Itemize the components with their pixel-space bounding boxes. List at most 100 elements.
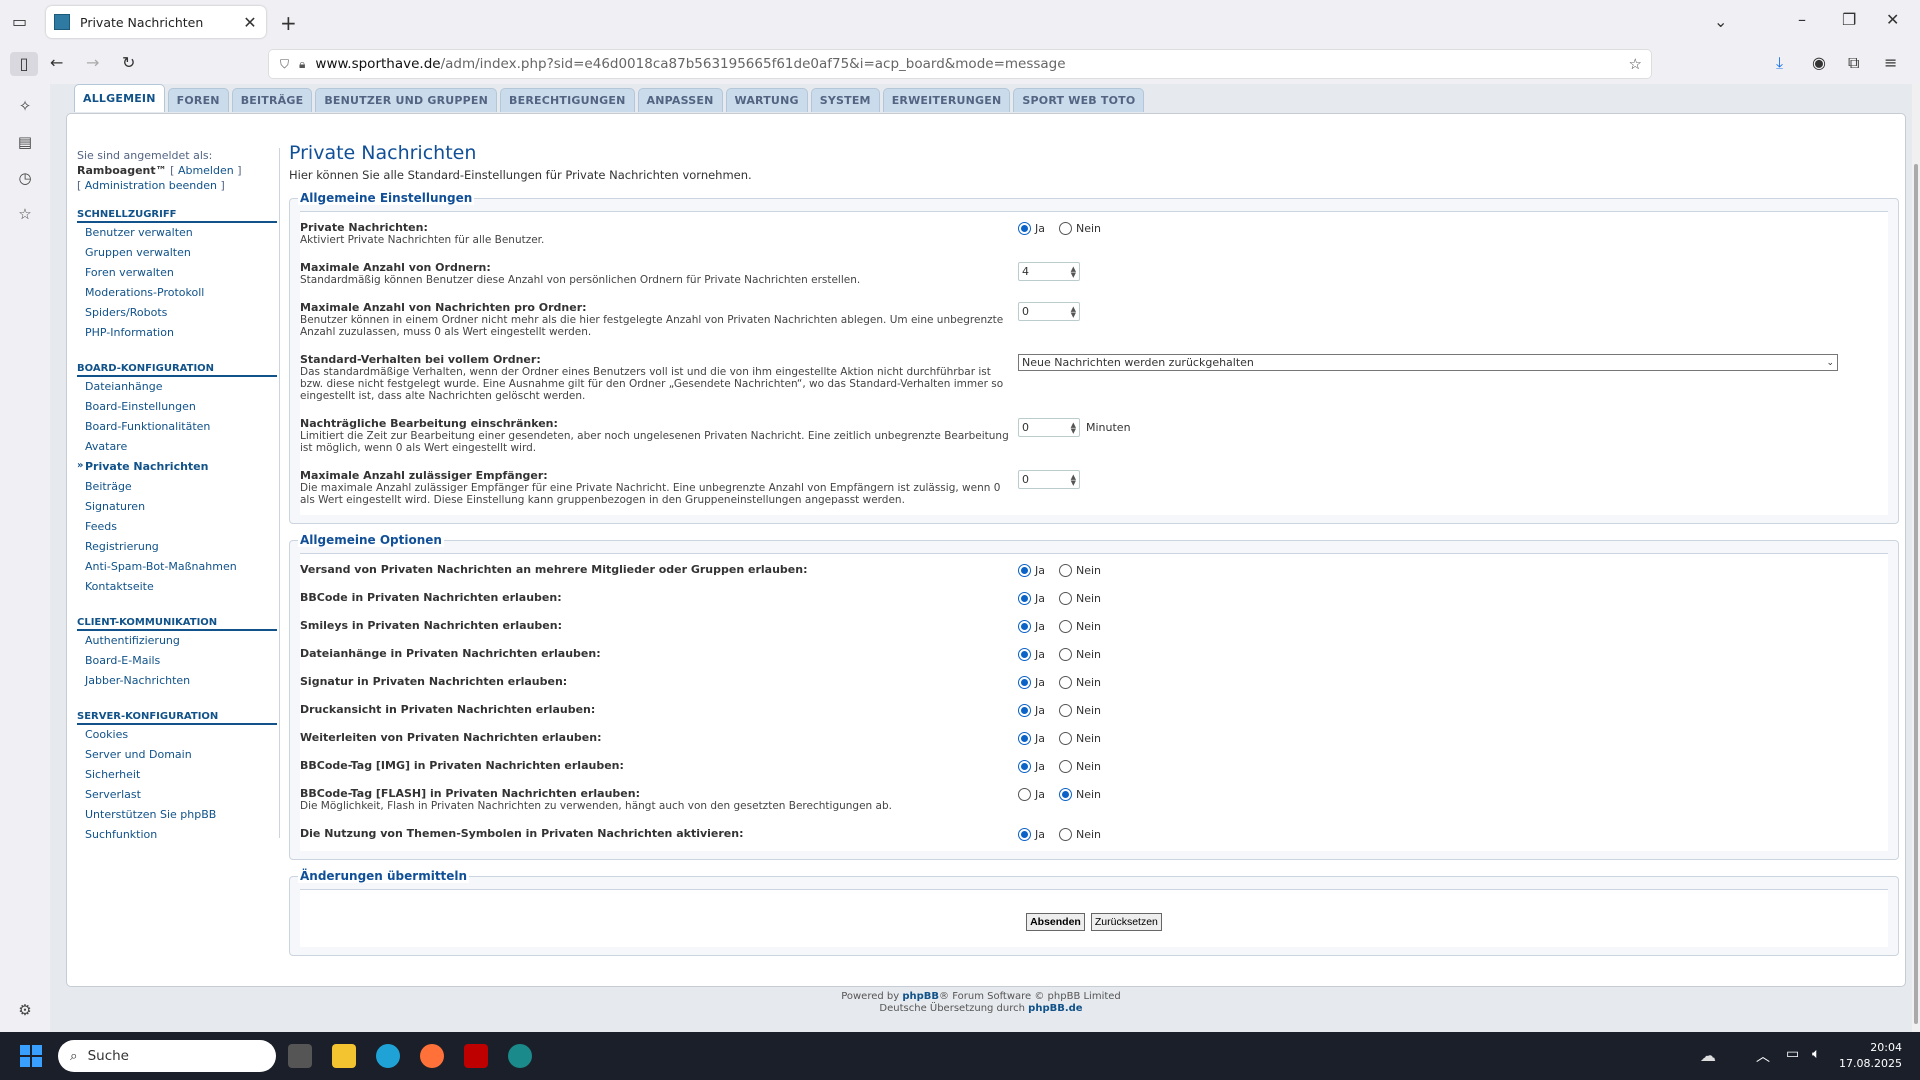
max-msgs-input[interactable]: 0 ▲ ▼	[1018, 302, 1080, 321]
radio-yes[interactable]	[1018, 564, 1031, 577]
tab-anpassen[interactable]: ANPASSEN	[637, 88, 723, 112]
radio-yes[interactable]	[1018, 648, 1031, 661]
menu-item[interactable]: Serverlast	[77, 785, 277, 805]
menu-item[interactable]: Board-E-Mails	[77, 651, 277, 671]
radio-yes[interactable]	[1018, 760, 1031, 773]
spinner-icon[interactable]: ▲ ▼	[1071, 305, 1076, 318]
menu-icon[interactable]: ≡	[1884, 53, 1897, 72]
radio-no[interactable]	[1059, 648, 1072, 661]
back-icon[interactable]: ←	[50, 53, 63, 72]
radio-yes[interactable]	[1018, 222, 1031, 235]
tab-erweiterungen[interactable]: ERWEITERUNGEN	[882, 88, 1011, 112]
menu-item[interactable]: Board-Einstellungen	[77, 397, 277, 417]
radio-no[interactable]	[1059, 592, 1072, 605]
menu-item[interactable]: Authentifizierung	[77, 631, 277, 651]
network-icon[interactable]: ▭	[1786, 1046, 1799, 1062]
submit-button[interactable]: Absenden	[1026, 912, 1085, 931]
forward-icon[interactable]: →	[86, 53, 99, 72]
radio-no[interactable]	[1059, 704, 1072, 717]
reload-icon[interactable]: ↻	[122, 53, 135, 72]
tab-beitraege[interactable]: BEITRÄGE	[231, 88, 313, 112]
taskbar-search[interactable]: ⌕ Suche	[58, 1040, 276, 1072]
radio-no[interactable]	[1059, 620, 1072, 633]
weather-icon[interactable]: ☁	[1700, 1046, 1716, 1065]
edge-icon[interactable]	[376, 1044, 400, 1068]
volume-icon[interactable]: 🔈︎	[1812, 1046, 1820, 1062]
tab-foren[interactable]: FOREN	[167, 88, 229, 112]
radio-no[interactable]	[1059, 788, 1072, 801]
radio-no[interactable]	[1059, 222, 1072, 235]
menu-item[interactable]: Registrierung	[77, 537, 277, 557]
tab-wartung[interactable]: WARTUNG	[725, 88, 808, 112]
menu-item[interactable]: Signaturen	[77, 497, 277, 517]
menu-item[interactable]: Jabber-Nachrichten	[77, 671, 277, 691]
phpbb-de-link[interactable]: phpBB.de	[1028, 1003, 1082, 1014]
radio-no[interactable]	[1059, 676, 1072, 689]
tab-benutzer-und-gruppen[interactable]: BENUTZER UND GRUPPEN	[315, 88, 498, 112]
menu-item[interactable]: Suchfunktion	[77, 825, 277, 845]
firefox-icon[interactable]	[420, 1044, 444, 1068]
windows-start-icon[interactable]	[20, 1045, 42, 1067]
radio-no[interactable]	[1059, 564, 1072, 577]
minimize-icon[interactable]: –	[1798, 10, 1806, 29]
full-folder-select[interactable]: Neue Nachrichten werden zurückgehalten ⌄	[1018, 354, 1838, 371]
settings-gear-icon[interactable]: ⚙	[13, 998, 37, 1022]
extensions-icon[interactable]: ⧉	[1848, 53, 1859, 73]
synced-tabs-icon[interactable]: ▤	[13, 130, 37, 154]
tab-allgemein[interactable]: ALLGEMEIN	[74, 84, 165, 112]
menu-item[interactable]: Foren verwalten	[77, 263, 277, 283]
clock[interactable]: 20:04 17.08.2025	[1839, 1040, 1902, 1072]
tab-sport-web-toto[interactable]: SPORT WEB TOTO	[1013, 88, 1145, 112]
spinner-icon[interactable]: ▲ ▼	[1071, 473, 1076, 486]
menu-item[interactable]: Benutzer verwalten	[77, 223, 277, 243]
bookmark-star-icon[interactable]: ☆	[1629, 55, 1642, 73]
radio-no[interactable]	[1059, 760, 1072, 773]
tab-berechtigungen[interactable]: BERECHTIGUNGEN	[500, 88, 635, 112]
chevron-up-icon[interactable]: ︿	[1756, 1046, 1770, 1066]
radio-yes[interactable]	[1018, 828, 1031, 841]
max-boxes-input[interactable]: 4 ▲ ▼	[1018, 262, 1080, 281]
menu-item-private-nachrichten[interactable]: Private Nachrichten	[77, 457, 277, 477]
radio-yes[interactable]	[1018, 592, 1031, 605]
radio-yes[interactable]	[1018, 676, 1031, 689]
chevron-down-icon[interactable]: ⌄	[1714, 12, 1727, 31]
admin-end-link[interactable]: Administration beenden	[85, 179, 217, 192]
url-bar[interactable]: ⛉ 🔒︎ www.sporthave.de/adm/index.php?sid=…	[268, 49, 1652, 79]
radio-no[interactable]	[1059, 732, 1072, 745]
browser-tab-active[interactable]: Private Nachrichten ✕	[46, 6, 266, 38]
menu-item[interactable]: Kontaktseite	[77, 577, 277, 597]
menu-item[interactable]: Board-Funktionalitäten	[77, 417, 277, 437]
radio-yes[interactable]	[1018, 620, 1031, 633]
radio-yes[interactable]	[1018, 788, 1031, 801]
bookmarks-icon[interactable]: ☆	[13, 202, 37, 226]
reset-button[interactable]: Zurücksetzen	[1090, 912, 1162, 931]
new-tab-icon[interactable]: +	[280, 11, 297, 35]
tab-system[interactable]: SYSTEM	[810, 88, 880, 112]
radio-yes[interactable]	[1018, 732, 1031, 745]
edit-time-input[interactable]: 0 ▲ ▼	[1018, 418, 1080, 437]
menu-item[interactable]: Feeds	[77, 517, 277, 537]
logout-link[interactable]: Abmelden	[178, 164, 234, 177]
task-view-icon[interactable]	[288, 1044, 312, 1068]
menu-item[interactable]: Anti-Spam-Bot-Maßnahmen	[77, 557, 277, 577]
menu-item[interactable]: Cookies	[77, 725, 277, 745]
close-tab-icon[interactable]: ✕	[242, 13, 258, 32]
file-explorer-icon[interactable]	[332, 1044, 356, 1068]
spinner-icon[interactable]: ▲ ▼	[1071, 265, 1076, 278]
menu-item[interactable]: PHP-Information	[77, 323, 277, 343]
phpbb-link[interactable]: phpBB	[902, 991, 939, 1002]
menu-item[interactable]: Unterstützen Sie phpBB	[77, 805, 277, 825]
spinner-icon[interactable]: ▲ ▼	[1071, 421, 1076, 434]
app-icon[interactable]	[508, 1044, 532, 1068]
menu-item[interactable]: Sicherheit	[77, 765, 277, 785]
sidebar-toggle-icon[interactable]: ▯	[10, 52, 38, 76]
close-window-icon[interactable]: ✕	[1886, 10, 1899, 29]
radio-no[interactable]	[1059, 828, 1072, 841]
scrollbar-thumb[interactable]	[1914, 164, 1918, 1024]
page-scrollbar[interactable]	[1912, 84, 1920, 1032]
menu-item[interactable]: Gruppen verwalten	[77, 243, 277, 263]
menu-item[interactable]: Dateianhänge	[77, 377, 277, 397]
filezilla-icon[interactable]	[464, 1044, 488, 1068]
maximize-icon[interactable]: ❐	[1842, 10, 1856, 29]
menu-item[interactable]: Moderations-Protokoll	[77, 283, 277, 303]
